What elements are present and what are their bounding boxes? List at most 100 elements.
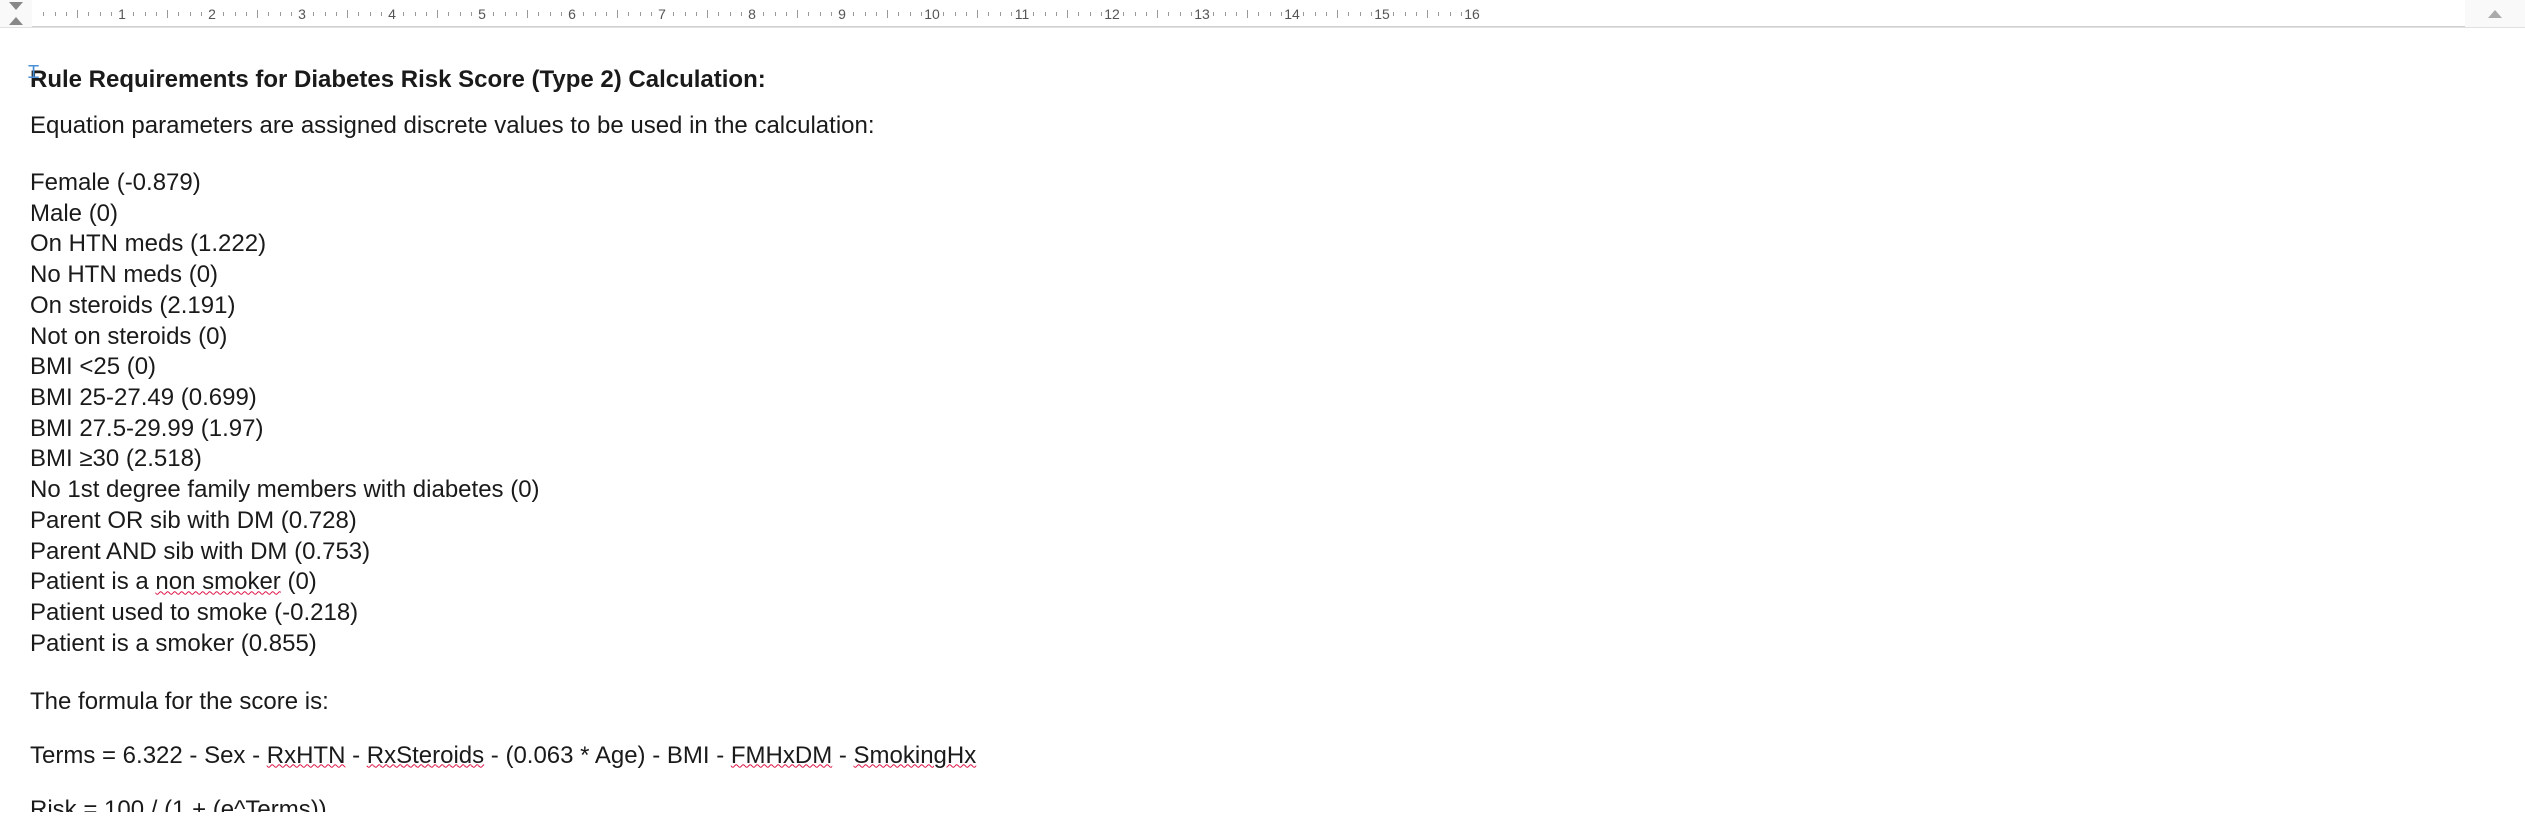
ruler-tick bbox=[730, 12, 731, 16]
ruler-number: 4 bbox=[388, 6, 396, 22]
ruler-tick bbox=[1000, 12, 1001, 16]
ruler-tick bbox=[257, 10, 258, 18]
ruler-tick bbox=[235, 12, 236, 16]
formula-risk-partial: Risk = 100 / (1 + (e^Terms)) bbox=[30, 798, 2525, 812]
ruler-tick bbox=[651, 12, 652, 16]
parameter-line: BMI 25-27.49 (0.699) bbox=[30, 383, 2525, 414]
ruler-tick bbox=[156, 12, 157, 16]
ruler-tick bbox=[786, 12, 787, 16]
ruler-tick bbox=[955, 12, 956, 16]
ruler-right-margin-marker[interactable] bbox=[2465, 0, 2525, 27]
ruler-tick bbox=[77, 10, 78, 18]
ruler-tick bbox=[1348, 12, 1349, 16]
ruler-tick bbox=[1090, 12, 1091, 16]
ruler-tick bbox=[1258, 12, 1259, 16]
ruler-tick bbox=[1011, 12, 1012, 16]
ruler-number: 13 bbox=[1194, 6, 1210, 22]
ruler-number: 12 bbox=[1104, 6, 1120, 22]
ruler-tick bbox=[1281, 12, 1282, 16]
formula-terms: Terms = 6.322 - Sex - RxHTN - RxSteroids… bbox=[30, 744, 2525, 768]
ruler-tick bbox=[111, 12, 112, 16]
ruler-number: 5 bbox=[478, 6, 486, 22]
ruler-tick bbox=[966, 12, 967, 16]
ruler-tick bbox=[763, 12, 764, 16]
ruler-tick bbox=[347, 10, 348, 18]
ruler-tick bbox=[921, 12, 922, 16]
ruler-tick bbox=[133, 12, 134, 16]
ruler-number: 3 bbox=[298, 6, 306, 22]
ruler-tick bbox=[100, 12, 101, 16]
ruler-tick bbox=[887, 10, 888, 18]
parameter-line: BMI <25 (0) bbox=[30, 352, 2525, 383]
ruler-tick bbox=[1191, 12, 1192, 16]
ruler-tick bbox=[1045, 12, 1046, 16]
ruler-tick bbox=[437, 10, 438, 18]
ruler-tick bbox=[550, 12, 551, 16]
ruler-tick bbox=[977, 10, 978, 18]
ruler-number: 10 bbox=[924, 6, 940, 22]
parameter-line: Male (0) bbox=[30, 199, 2525, 230]
ruler-tick bbox=[865, 12, 866, 16]
ruler-tick bbox=[606, 12, 607, 16]
ruler-tick bbox=[538, 12, 539, 16]
parameter-line: Patient is a non smoker (0) bbox=[30, 567, 2525, 598]
ruler-tick bbox=[1326, 12, 1327, 16]
text-cursor-icon: Ꮖ bbox=[28, 62, 29, 86]
ruler-left-margin-marker[interactable] bbox=[0, 0, 32, 27]
ruler-tick bbox=[1427, 10, 1428, 18]
ruler-number: 14 bbox=[1284, 6, 1300, 22]
ruler-tick bbox=[178, 12, 179, 16]
ruler-tick bbox=[313, 12, 314, 16]
ruler-tick bbox=[673, 12, 674, 16]
ruler-tick bbox=[448, 12, 449, 16]
ruler-tick bbox=[190, 12, 191, 16]
ruler-tick bbox=[1146, 12, 1147, 16]
ruler-tick bbox=[1180, 12, 1181, 16]
parameter-line: BMI ≥30 (2.518) bbox=[30, 444, 2525, 475]
ruler-tick bbox=[1393, 12, 1394, 16]
ruler-tick bbox=[1123, 12, 1124, 16]
spellcheck-token: FMHxDM bbox=[731, 742, 832, 769]
ruler-tick bbox=[775, 12, 776, 16]
ruler-tick bbox=[1056, 12, 1057, 16]
ruler-track: 12345678910111213141516 bbox=[32, 0, 2465, 27]
ruler-tick bbox=[1067, 10, 1068, 18]
ruler-number: 16 bbox=[1464, 6, 1480, 22]
spellcheck-token: RxHTN bbox=[267, 742, 346, 769]
ruler-tick bbox=[358, 12, 359, 16]
ruler-tick bbox=[1247, 10, 1248, 18]
ruler-number: 8 bbox=[748, 6, 756, 22]
ruler-tick bbox=[1225, 12, 1226, 16]
ruler-tick bbox=[505, 12, 506, 16]
ruler-tick bbox=[55, 12, 56, 16]
ruler-tick bbox=[1157, 10, 1158, 18]
spellcheck-token: SmokingHx bbox=[854, 742, 977, 769]
ruler-tick bbox=[1033, 12, 1034, 16]
parameter-line: Parent AND sib with DM (0.753) bbox=[30, 537, 2525, 568]
ruler-tick bbox=[685, 12, 686, 16]
ruler-tick bbox=[1438, 12, 1439, 16]
ruler-tick bbox=[1416, 12, 1417, 16]
ruler-tick bbox=[201, 12, 202, 16]
ruler-tick bbox=[876, 12, 877, 16]
spellcheck-token: RxSteroids bbox=[367, 742, 484, 769]
ruler-tick bbox=[1461, 12, 1462, 16]
ruler-tick bbox=[381, 12, 382, 16]
parameter-line: Parent OR sib with DM (0.728) bbox=[30, 506, 2525, 537]
ruler-tick bbox=[1236, 12, 1237, 16]
ruler-tick bbox=[853, 12, 854, 16]
ruler-tick bbox=[898, 12, 899, 16]
ruler-tick bbox=[820, 12, 821, 16]
spellcheck-token: non smoker bbox=[155, 568, 280, 595]
ruler-tick bbox=[741, 12, 742, 16]
ruler-tick bbox=[325, 12, 326, 16]
text-prefix: Patient is a bbox=[30, 568, 155, 595]
parameter-line: On HTN meds (1.222) bbox=[30, 229, 2525, 260]
ruler-tick bbox=[617, 10, 618, 18]
ruler-tick bbox=[280, 12, 281, 16]
parameter-line: Female (-0.879) bbox=[30, 168, 2525, 199]
document-page[interactable]: Rule Requirements for Diabetes Risk Scor… bbox=[0, 28, 2525, 812]
ruler-tick bbox=[1213, 12, 1214, 16]
ruler-tick bbox=[268, 12, 269, 16]
ruler-tick bbox=[1371, 12, 1372, 16]
